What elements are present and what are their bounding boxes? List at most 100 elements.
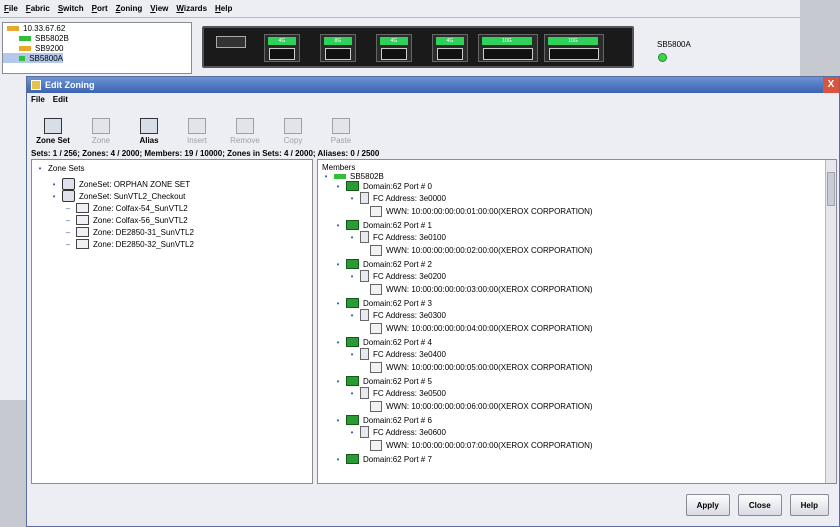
close-button[interactable]: Close [737,494,782,516]
fabric-tree-item[interactable]: 10.33.67.62 [3,23,191,33]
status-led-icon [658,53,667,62]
fabric-tree[interactable]: 10.33.67.62 SB5802B SB9200 SB5800A [2,22,192,74]
fc-address-item[interactable]: • FC Address: 3e0000 [348,192,446,204]
wwn-item[interactable]: WWN: 10:00:00:00:00:03:00:00(XEROX CORPO… [370,283,593,295]
insert-button[interactable]: Insert [173,111,221,147]
expand-toggle-icon[interactable]: • [334,221,342,230]
domain-port-item[interactable]: • Domain:62 Port # 7 [334,453,432,465]
menu-switch[interactable]: Switch [58,4,84,13]
copy-button[interactable]: Copy [269,111,317,147]
paste-button[interactable]: Paste [317,111,365,147]
fc-address-item[interactable]: • FC Address: 3e0300 [348,309,446,321]
wwn-icon [370,244,382,256]
menu-wizards[interactable]: Wizards [176,4,207,13]
sfp-port-block[interactable]: 8G [320,34,356,62]
fabric-tree-label: 10.33.67.62 [23,23,66,33]
wwn-item[interactable]: WWN: 10:00:00:00:00:06:00:00(XEROX CORPO… [370,400,593,412]
fabric-tree-label: SB5800A [29,53,63,63]
domain-port-item[interactable]: • Domain:62 Port # 3 [334,297,432,309]
expand-toggle-icon[interactable]: ‒ [64,204,72,213]
menu-help[interactable]: Help [215,4,232,13]
toolbar-label: Zone Set [36,136,70,145]
domain-port-item[interactable]: • Domain:62 Port # 6 [334,414,432,426]
expand-toggle-icon[interactable]: • [334,455,342,464]
expand-toggle-icon[interactable]: • [50,192,58,201]
zone-button[interactable]: Zone [77,111,125,147]
zone-tree-item[interactable]: • ZoneSet: SunVTL2_Checkout [50,190,185,202]
zone-tree-item[interactable]: • Zone Sets [36,162,85,174]
domain-port-item[interactable]: • Domain:62 Port # 1 [334,219,432,231]
expand-toggle-icon[interactable]: • [334,338,342,347]
zone-tree-item[interactable]: ‒ Zone: Colfax-54_SunVTL2 [64,202,188,214]
expand-toggle-icon[interactable]: ‒ [64,228,72,237]
fc-address-item[interactable]: • FC Address: 3e0400 [348,348,446,360]
expand-toggle-icon[interactable]: ‒ [64,240,72,249]
zone-tree-label: Zone: DE2850-32_SunVTL2 [93,239,194,249]
zone-set-button[interactable]: Zone Set [29,111,77,147]
fc-address-item[interactable]: • FC Address: 3e0100 [348,231,446,243]
expand-toggle-icon[interactable]: • [334,299,342,308]
dialog-menubar: File Edit [31,95,68,104]
domain-port-item[interactable]: • Domain:62 Port # 0 [334,180,432,192]
menu-fabric[interactable]: Fabric [26,4,50,13]
dialog-titlebar[interactable]: Edit Zoning [27,77,839,93]
wwn-item[interactable]: WWN: 10:00:00:00:00:04:00:00(XEROX CORPO… [370,322,593,334]
expand-toggle-icon[interactable]: • [334,416,342,425]
menu-file[interactable]: File [4,4,18,13]
menu-port[interactable]: Port [92,4,108,13]
expand-toggle-icon[interactable]: • [322,172,330,181]
fc-address-item[interactable]: • FC Address: 3e0500 [348,387,446,399]
fc-address-icon [360,426,369,438]
zone-tree-item[interactable]: ‒ Zone: Colfax-56_SunVTL2 [64,214,188,226]
expand-toggle-icon[interactable]: • [334,377,342,386]
fabric-tree-item[interactable]: SB5800A [3,53,63,63]
fc-address-item[interactable]: • FC Address: 3e0600 [348,426,446,438]
dialog-menu-edit[interactable]: Edit [53,95,68,104]
expand-toggle-icon[interactable]: • [334,260,342,269]
zone-sets-tree[interactable]: • Zone Sets • ZoneSet: ORPHAN ZONE SET • Zone… [31,159,313,484]
sfp-port-block[interactable]: 10G [544,34,604,62]
remove-button[interactable]: Remove [221,111,269,147]
alias-button[interactable]: Alias [125,111,173,147]
expand-toggle-icon[interactable]: • [348,233,356,242]
sfp-port-block[interactable]: 4G [264,34,300,62]
switch-faceplate[interactable]: 4G 8G 4G 4G 10G 10G [202,26,634,68]
port-connector [269,48,295,60]
sfp-port-block[interactable]: 4G [432,34,468,62]
wwn-item[interactable]: WWN: 10:00:00:00:00:05:00:00(XEROX CORPO… [370,361,593,373]
help-button[interactable]: Help [789,494,829,516]
wwn-item[interactable]: WWN: 10:00:00:00:00:01:00:00(XEROX CORPO… [370,205,593,217]
expand-toggle-icon[interactable]: • [348,350,356,359]
expand-toggle-icon[interactable]: • [334,182,342,191]
menu-view[interactable]: View [150,4,168,13]
wwn-item[interactable]: WWN: 10:00:00:00:00:07:00:00(XEROX CORPO… [370,439,593,451]
close-icon[interactable]: X [823,77,839,93]
expand-toggle-icon[interactable]: ‒ [64,216,72,225]
scrollbar-thumb[interactable] [827,172,835,206]
zone-tree-item[interactable]: • ZoneSet: ORPHAN ZONE SET [50,178,190,190]
domain-port-item[interactable]: • Domain:62 Port # 2 [334,258,432,270]
domain-port-item[interactable]: • Domain:62 Port # 5 [334,375,432,387]
members-tree[interactable]: Members • SB5802B • Domain:62 Port # 0 • FC Ad… [317,159,837,484]
apply-button[interactable]: Apply [685,494,730,516]
expand-toggle-icon[interactable]: • [36,164,44,173]
domain-port-item[interactable]: • Domain:62 Port # 4 [334,336,432,348]
expand-toggle-icon[interactable]: • [348,428,356,437]
sfp-port-block[interactable]: 4G [376,34,412,62]
zone-tree-item[interactable]: ‒ Zone: DE2850-31_SunVTL2 [64,226,194,238]
zone-tree-label: Zone Sets [48,163,85,173]
fc-address-item[interactable]: • FC Address: 3e0200 [348,270,446,282]
fabric-tree-item[interactable]: SB9200 [3,43,191,53]
members-scrollbar[interactable] [825,160,836,483]
expand-toggle-icon[interactable]: • [348,194,356,203]
fabric-tree-item[interactable]: SB5802B [3,33,191,43]
wwn-item[interactable]: WWN: 10:00:00:00:00:02:00:00(XEROX CORPO… [370,244,593,256]
zone-tree-item[interactable]: ‒ Zone: DE2850-32_SunVTL2 [64,238,194,250]
expand-toggle-icon[interactable]: • [348,311,356,320]
expand-toggle-icon[interactable]: • [348,389,356,398]
menu-zoning[interactable]: Zoning [116,4,143,13]
expand-toggle-icon[interactable]: • [348,272,356,281]
sfp-port-block[interactable]: 10G [478,34,538,62]
dialog-menu-file[interactable]: File [31,95,45,104]
expand-toggle-icon[interactable]: • [50,180,58,189]
